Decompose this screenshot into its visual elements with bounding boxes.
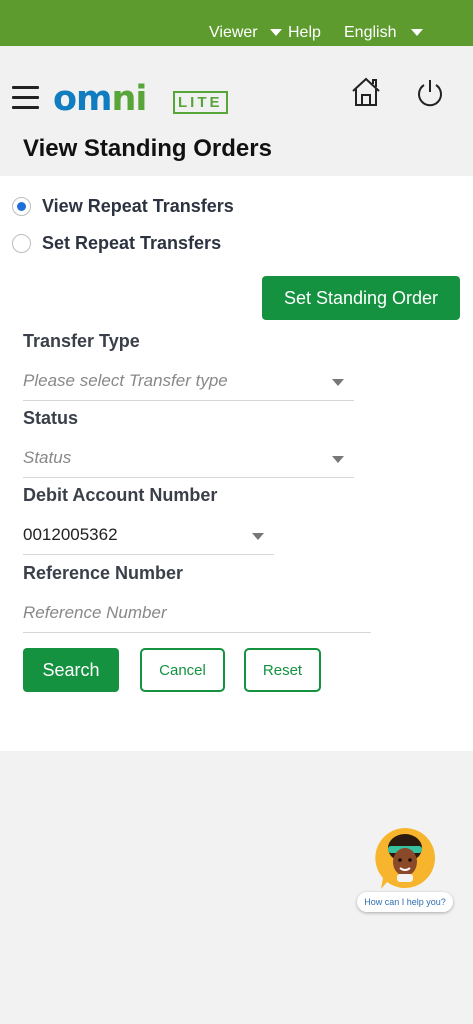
main-content: View Repeat Transfers Set Repeat Transfe… bbox=[0, 176, 473, 751]
menu-icon[interactable] bbox=[12, 86, 39, 110]
top-bar: Viewer Help English bbox=[0, 0, 473, 46]
radio-view-repeat-transfers[interactable]: View Repeat Transfers bbox=[12, 194, 234, 218]
chat-assistant[interactable]: How can I help you? bbox=[357, 826, 455, 912]
transfer-type-label: Transfer Type bbox=[23, 331, 140, 351]
dropdown-arrow-icon bbox=[252, 533, 264, 540]
dropdown-arrow-icon bbox=[332, 379, 344, 386]
reset-button[interactable]: Reset bbox=[244, 648, 321, 692]
debit-account-select[interactable]: 0012005362 bbox=[23, 519, 274, 555]
transfer-type-placeholder: Please select Transfer type bbox=[23, 371, 228, 390]
status-placeholder: Status bbox=[23, 448, 72, 467]
radio-label: Set Repeat Transfers bbox=[42, 232, 222, 253]
radio-button[interactable] bbox=[12, 233, 31, 253]
debit-account-label: Debit Account Number bbox=[23, 485, 218, 505]
chevron-down-icon bbox=[410, 29, 423, 37]
search-button[interactable]: Search bbox=[23, 648, 119, 692]
help-link[interactable]: Help bbox=[288, 24, 321, 42]
title-bar: View Standing Orders bbox=[0, 122, 473, 176]
transfer-type-select[interactable]: Please select Transfer type bbox=[23, 365, 354, 401]
user-menu[interactable]: Viewer bbox=[209, 24, 283, 42]
reference-number-input[interactable]: Reference Number bbox=[23, 597, 371, 633]
debit-account-value: 0012005362 bbox=[23, 525, 118, 544]
set-standing-order-button[interactable]: Set Standing Order bbox=[262, 276, 460, 320]
page-title: View Standing Orders bbox=[23, 135, 272, 162]
assistant-avatar-icon[interactable] bbox=[373, 826, 437, 890]
radio-set-repeat-transfers[interactable]: Set Repeat Transfers bbox=[12, 231, 221, 255]
cancel-button[interactable]: Cancel bbox=[140, 648, 225, 692]
reference-number-placeholder: Reference Number bbox=[23, 603, 167, 622]
assistant-prompt[interactable]: How can I help you? bbox=[357, 892, 453, 912]
status-select[interactable]: Status bbox=[23, 442, 354, 478]
reference-number-label: Reference Number bbox=[23, 563, 184, 583]
radio-label: View Repeat Transfers bbox=[42, 195, 234, 216]
language-label: English bbox=[344, 24, 397, 41]
radio-button-selected[interactable] bbox=[12, 196, 31, 216]
power-icon[interactable] bbox=[416, 78, 444, 108]
user-menu-label: Viewer bbox=[209, 24, 258, 41]
status-label: Status bbox=[23, 408, 79, 428]
language-selector[interactable]: English bbox=[344, 24, 423, 42]
home-icon[interactable] bbox=[350, 76, 382, 108]
dropdown-arrow-icon bbox=[332, 456, 344, 463]
chevron-down-icon bbox=[270, 29, 283, 37]
app-header: omni LITE bbox=[0, 46, 473, 122]
